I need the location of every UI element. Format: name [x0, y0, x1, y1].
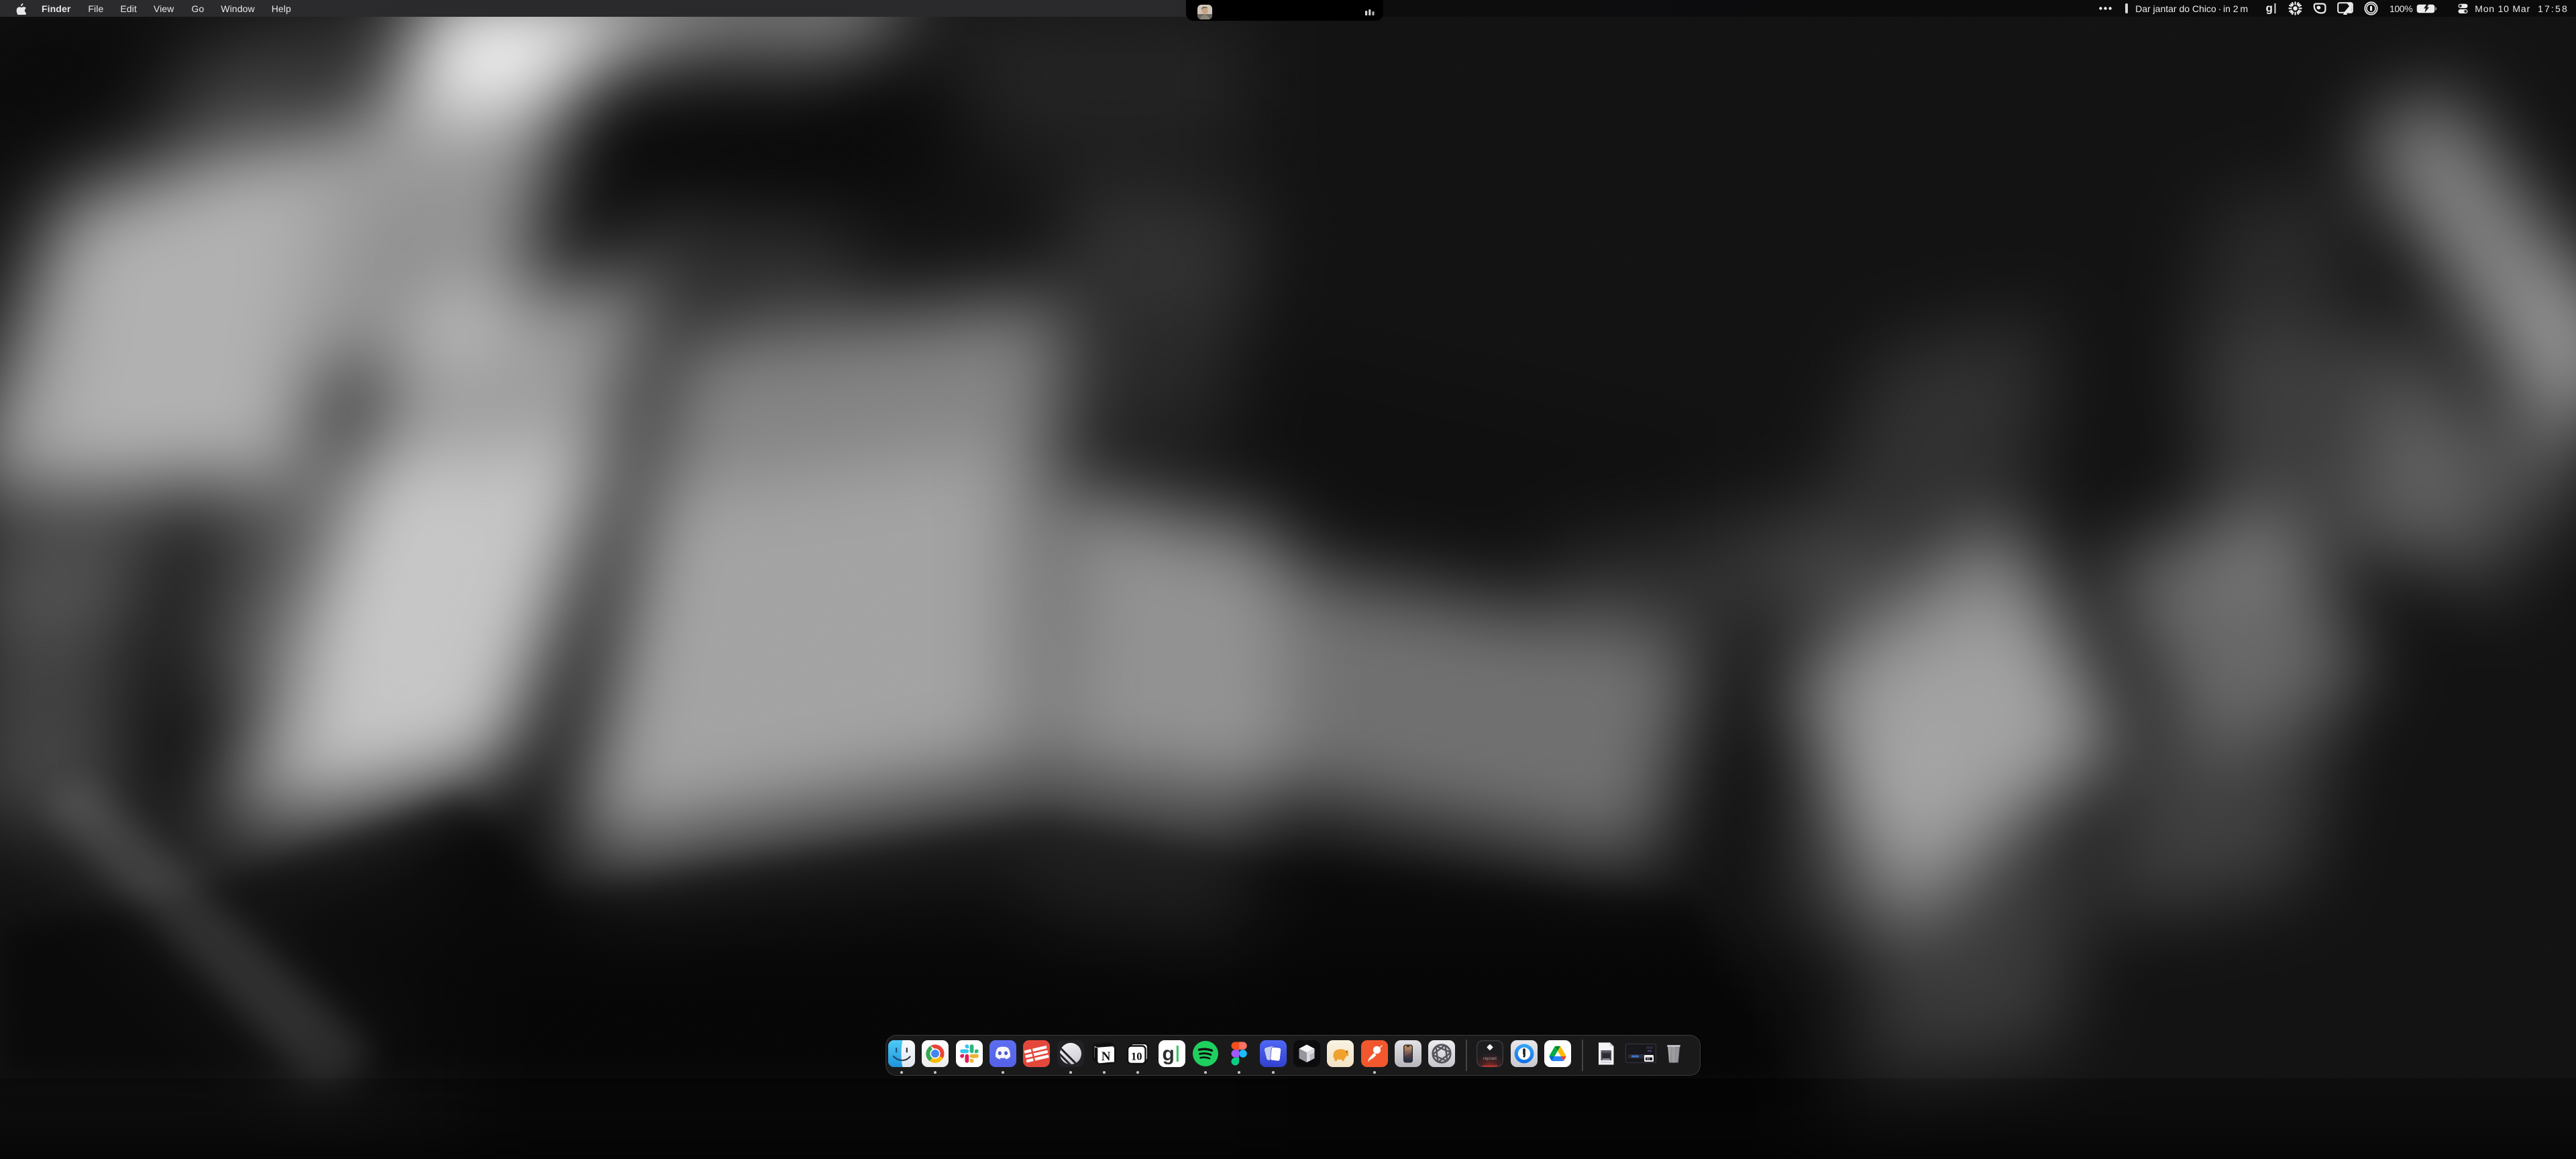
- svg-text:g: g: [1162, 1043, 1174, 1065]
- svg-text:31: 31: [1646, 1058, 1650, 1062]
- svg-text:10: 10: [1131, 1050, 1142, 1063]
- svg-text:N: N: [1102, 1050, 1111, 1064]
- svg-text:g: g: [2266, 2, 2273, 15]
- svg-text:raycast: raycast: [1483, 1056, 1497, 1061]
